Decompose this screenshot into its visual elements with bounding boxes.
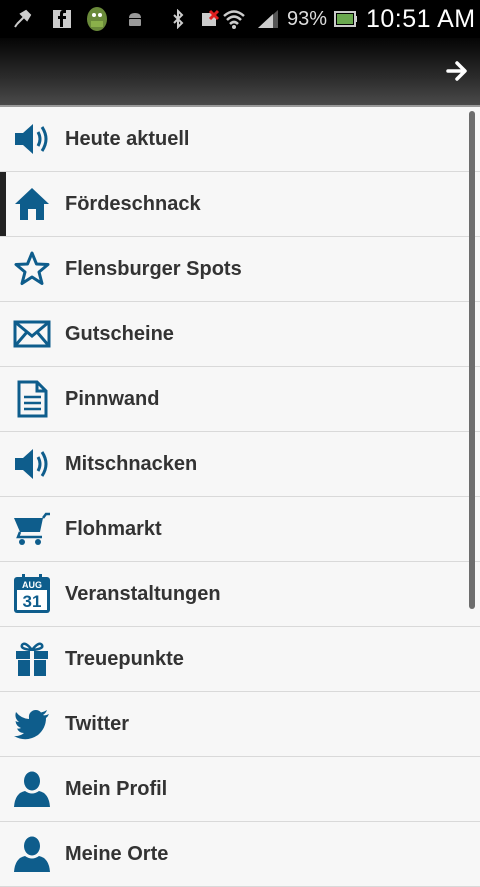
envelope-icon (12, 314, 52, 354)
menu-item-mein-profil[interactable]: Mein Profil (0, 757, 480, 822)
menu-item-label: Flohmarkt (65, 518, 162, 540)
menu-item-mitschnacken[interactable]: Mitschnacken (0, 432, 480, 497)
calendar-day-label: 31 (23, 592, 42, 611)
battery-percent: 93% (287, 8, 328, 30)
signal-icon (256, 9, 280, 29)
speaker-icon (12, 444, 52, 484)
facebook-icon (52, 9, 72, 29)
menu-item-label: Fördeschnack (65, 193, 201, 215)
nav-menu: Heute aktuell Fördeschnack Flensburger S… (0, 107, 480, 887)
android-debug-icon (125, 9, 145, 29)
menu-item-label: Twitter (65, 713, 130, 735)
menu-item-label: Heute aktuell (65, 128, 190, 150)
speaker-icon (12, 119, 52, 159)
menu-item-treuepunkte[interactable]: Treuepunkte (0, 627, 480, 692)
menu-item-flensburger-spots[interactable]: Flensburger Spots (0, 237, 480, 302)
forward-arrow-icon[interactable] (446, 60, 468, 82)
menu-item-meine-orte[interactable]: Meine Orte (0, 822, 480, 887)
pin-icon (12, 9, 32, 29)
app-bar (0, 38, 480, 107)
twitter-bird-icon (12, 704, 52, 744)
menu-item-heute-aktuell[interactable]: Heute aktuell (0, 107, 480, 172)
menu-item-foerdeschnack[interactable]: Fördeschnack (0, 172, 480, 237)
wifi-icon (222, 9, 246, 29)
battery-icon (334, 9, 358, 29)
status-clock: 10:51 AM (366, 5, 476, 33)
scrollbar[interactable] (469, 111, 475, 609)
menu-item-label: Treuepunkte (65, 648, 184, 670)
menu-item-gutscheine[interactable]: Gutscheine (0, 302, 480, 367)
no-sim-icon (200, 9, 220, 29)
menu-item-label: Flensburger Spots (65, 258, 242, 280)
document-icon (12, 379, 52, 419)
menu-item-label: Mitschnacken (65, 453, 198, 475)
person-icon (12, 769, 52, 809)
menu-item-pinnwand[interactable]: Pinnwand (0, 367, 480, 432)
menu-item-flohmarkt[interactable]: Flohmarkt (0, 497, 480, 562)
menu-item-label: Veranstaltungen (65, 583, 221, 605)
status-bar: 93% 10:51 AM (0, 0, 480, 38)
home-icon (12, 184, 52, 224)
star-icon (12, 249, 52, 289)
menu-item-label: Meine Orte (65, 843, 169, 865)
menu-item-label: Mein Profil (65, 778, 168, 800)
gift-icon (12, 639, 52, 679)
bluetooth-icon (168, 9, 188, 29)
person-icon (12, 834, 52, 874)
calendar-month-label: AUG (22, 580, 42, 590)
android-app-icon (85, 6, 109, 32)
calendar-icon: AUG 31 (12, 574, 52, 614)
menu-item-label: Gutscheine (65, 323, 174, 345)
menu-item-twitter[interactable]: Twitter (0, 692, 480, 757)
menu-item-veranstaltungen[interactable]: AUG 31 Veranstaltungen (0, 562, 480, 627)
menu-item-label: Pinnwand (65, 388, 160, 410)
cart-icon (12, 509, 52, 549)
